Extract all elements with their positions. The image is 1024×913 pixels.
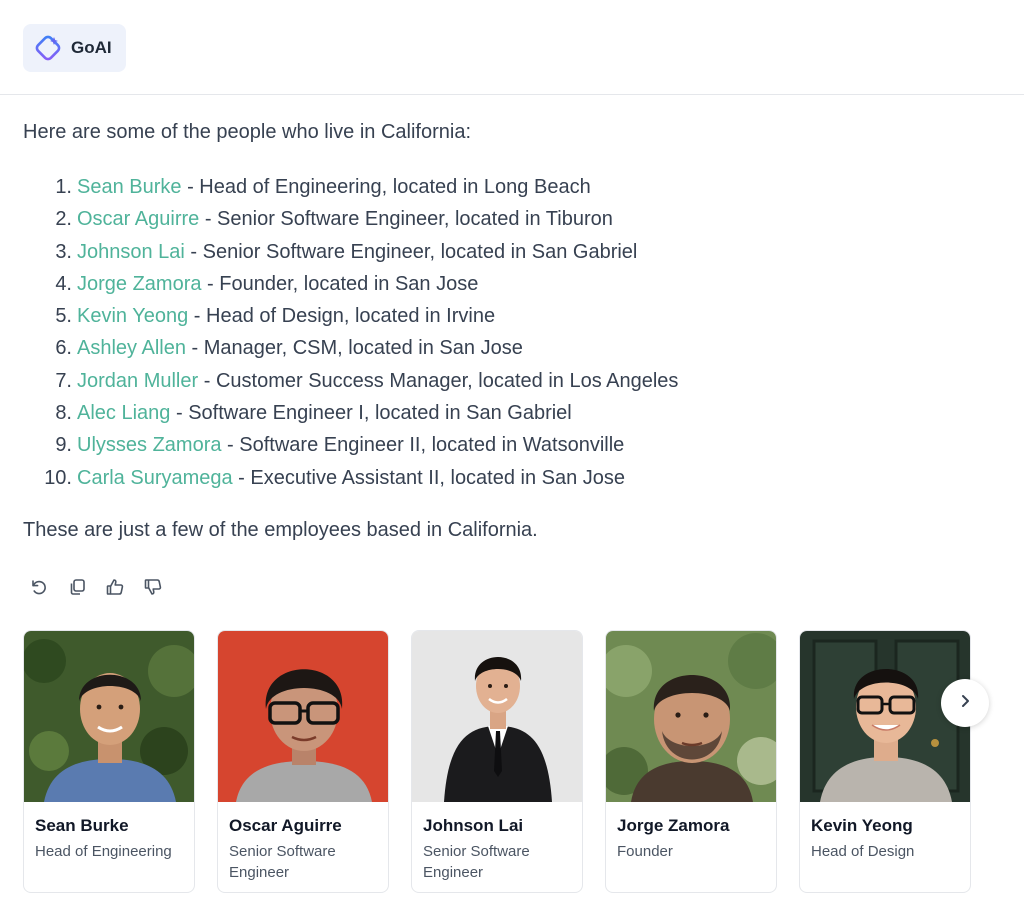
- separator: -: [170, 402, 189, 425]
- goai-logo-icon: [33, 33, 63, 63]
- message-actions: [28, 576, 164, 598]
- card-name: Oscar Aguirre: [229, 816, 342, 835]
- person-link[interactable]: Sean Burke: [77, 171, 182, 203]
- card-role: Senior Software Engineer: [229, 843, 336, 881]
- person-link[interactable]: Jordan Muller: [77, 365, 198, 397]
- person-card[interactable]: Sean Burke Head of Engineering: [23, 630, 195, 893]
- person-photo: [412, 631, 582, 802]
- list-number: 4.: [55, 272, 72, 295]
- card-role: Head of Design: [811, 843, 915, 860]
- person-detail: Software Engineer I, located in San Gabr…: [188, 402, 572, 425]
- separator: -: [184, 240, 203, 263]
- chevron-right-icon: [957, 693, 973, 714]
- list-item: 9. Ulysses Zamora - Software Engineer II,…: [23, 429, 678, 461]
- list-item: 10. Carla Suryamega - Executive Assistant…: [23, 462, 678, 494]
- list-number: 3.: [55, 240, 72, 263]
- separator: -: [188, 305, 207, 328]
- person-photo: [606, 631, 776, 802]
- person-card[interactable]: Johnson Lai Senior Software Engineer: [411, 630, 583, 893]
- list-number: 5.: [55, 305, 72, 328]
- list-number: 6.: [55, 337, 72, 360]
- list-item: 6. Ashley Allen - Manager, CSM, located i…: [23, 332, 678, 364]
- list-item: 3. Johnson Lai - Senior Software Engineer…: [23, 236, 678, 268]
- card-name: Jorge Zamora: [617, 816, 730, 835]
- person-link[interactable]: Johnson Lai: [77, 236, 185, 268]
- separator: -: [199, 208, 218, 231]
- person-detail: Head of Engineering, located in Long Bea…: [199, 176, 591, 198]
- person-detail: Customer Success Manager, located in Los…: [215, 369, 679, 392]
- person-link[interactable]: Oscar Aguirre: [77, 203, 199, 235]
- person-link[interactable]: Carla Suryamega: [77, 462, 233, 494]
- card-name: Kevin Yeong: [811, 816, 913, 835]
- person-detail: Software Engineer II, located in Watsonv…: [239, 434, 625, 457]
- people-cards: Sean Burke Head of Engineering Oscar Agu…: [23, 630, 971, 893]
- card-name: Johnson Lai: [423, 816, 524, 835]
- person-link[interactable]: Alec Liang: [77, 397, 170, 429]
- person-detail: Head of Design, located in Irvine: [206, 305, 496, 328]
- list-item: 1. Sean Burke - Head of Engineering, loca…: [23, 171, 678, 203]
- list-item: 5. Kevin Yeong - Head of Design, located …: [23, 300, 678, 332]
- list-item: 2. Oscar Aguirre - Senior Software Engine…: [23, 203, 678, 235]
- person-link[interactable]: Ulysses Zamora: [77, 429, 221, 461]
- list-item: 4. Jorge Zamora - Founder, located in San…: [23, 268, 678, 300]
- separator: -: [232, 466, 251, 489]
- list-number: 1.: [55, 176, 72, 198]
- separator: -: [221, 434, 240, 457]
- message-outro: These are just a few of the employees ba…: [23, 519, 538, 541]
- person-link[interactable]: Ashley Allen: [77, 332, 186, 364]
- list-number: 7.: [55, 369, 72, 392]
- brand-badge[interactable]: GoAI: [23, 24, 126, 72]
- person-photo: [24, 631, 194, 802]
- separator: -: [198, 369, 216, 392]
- card-role: Founder: [617, 843, 673, 860]
- card-role: Head of Engineering: [35, 843, 172, 860]
- person-link[interactable]: Kevin Yeong: [77, 300, 188, 332]
- list-number: 2.: [55, 208, 72, 231]
- person-card[interactable]: Jorge Zamora Founder: [605, 630, 777, 893]
- person-detail: Executive Assistant II, located in San J…: [250, 466, 626, 489]
- card-role: Senior Software Engineer: [423, 843, 530, 881]
- brand-name: GoAI: [71, 38, 112, 57]
- card-name: Sean Burke: [35, 816, 129, 835]
- list-number: 10.: [44, 466, 72, 489]
- person-detail: Senior Software Engineer, located in Tib…: [217, 208, 613, 231]
- list-item: 8. Alec Liang - Software Engineer I, loca…: [23, 397, 678, 429]
- list-number: 9.: [55, 434, 72, 457]
- person-link[interactable]: Jorge Zamora: [77, 268, 202, 300]
- message-intro: Here are some of the people who live in …: [23, 121, 472, 143]
- person-detail: Senior Software Engineer, located in San…: [202, 240, 638, 263]
- list-number: 8.: [55, 402, 72, 425]
- thumbs-down-icon[interactable]: [142, 576, 164, 598]
- person-detail: Manager, CSM, located in San Jose: [203, 337, 523, 360]
- person-card[interactable]: Kevin Yeong Head of Design: [799, 630, 971, 893]
- copy-icon[interactable]: [66, 576, 88, 598]
- carousel-next-button[interactable]: [941, 679, 989, 727]
- separator: -: [201, 272, 220, 295]
- thumbs-up-icon[interactable]: [104, 576, 126, 598]
- separator: -: [181, 176, 200, 198]
- person-photo: [218, 631, 388, 802]
- person-detail: Founder, located in San Jose: [219, 272, 479, 295]
- people-list: 1. Sean Burke - Head of Engineering, loca…: [23, 171, 678, 494]
- separator: -: [185, 337, 204, 360]
- person-card[interactable]: Oscar Aguirre Senior Software Engineer: [217, 630, 389, 893]
- list-item: 7. Jordan Muller - Customer Success Manag…: [23, 365, 678, 397]
- refresh-icon[interactable]: [28, 576, 50, 598]
- chat-header: GoAI: [0, 0, 1024, 95]
